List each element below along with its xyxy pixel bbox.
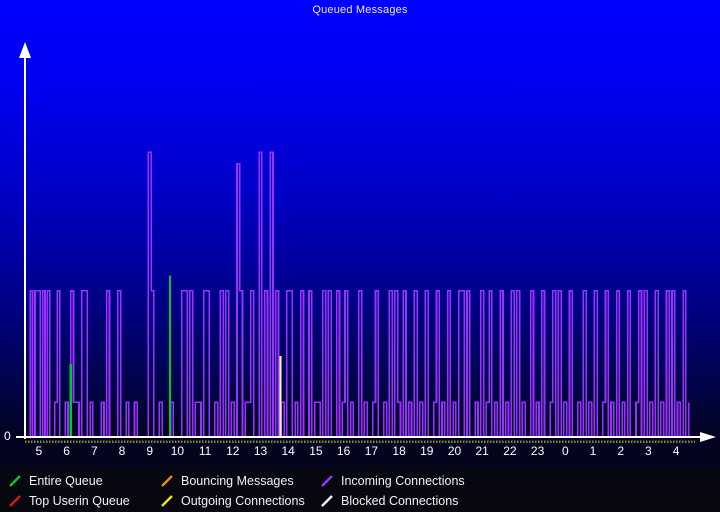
legend: Entire Queue Top Userin Queue Bouncing Mes… <box>0 468 720 512</box>
x-tick-label: 20 <box>447 444 462 458</box>
y-axis-zero-label: 0 <box>4 429 11 443</box>
chart-canvas <box>16 42 716 443</box>
y-axis-arrow-icon <box>19 42 31 58</box>
x-tick-label: 5 <box>35 444 43 458</box>
x-tick-label: 15 <box>309 444 323 458</box>
x-tick-label: 23 <box>530 444 545 458</box>
x-tick-label: 9 <box>146 444 154 458</box>
plot-area <box>0 0 720 468</box>
x-tick-label: 19 <box>420 444 434 458</box>
x-tick-label: 7 <box>90 444 98 458</box>
legend-color-swatch-icon <box>160 474 174 488</box>
legend-item[interactable]: Incoming Connections <box>320 472 465 490</box>
x-tick-label: 6 <box>63 444 70 458</box>
legend-item-label: Blocked Connections <box>341 494 459 508</box>
legend-color-swatch-icon <box>160 494 174 508</box>
x-tick-label: 3 <box>645 444 652 458</box>
x-tick-label: 14 <box>281 444 295 458</box>
x-tick-label: 4 <box>672 444 680 458</box>
legend-item[interactable]: Outgoing Connections <box>160 492 305 510</box>
x-tick-label: 8 <box>118 444 126 458</box>
x-tick-label: 16 <box>336 444 351 458</box>
legend-item-label: Bouncing Messages <box>181 474 294 488</box>
legend-item[interactable]: Blocked Connections <box>320 492 458 510</box>
x-tick-label: 11 <box>198 444 212 458</box>
legend-item[interactable]: Bouncing Messages <box>160 472 294 490</box>
legend-color-swatch-icon <box>8 494 22 508</box>
x-tick-label: 2 <box>617 444 625 458</box>
legend-item-label: Outgoing Connections <box>181 494 305 508</box>
legend-color-swatch-icon <box>320 474 334 488</box>
x-tick-label: 22 <box>503 444 517 458</box>
legend-color-swatch-icon <box>8 474 22 488</box>
legend-item[interactable]: Top Userin Queue <box>8 492 130 510</box>
x-tick-label: 12 <box>226 444 240 458</box>
legend-item[interactable]: Entire Queue <box>8 472 103 490</box>
legend-color-swatch-icon <box>320 494 334 508</box>
x-tick-label: 21 <box>475 444 489 458</box>
chart-window: Queued Messages 0 5 6 7 8 9 10 11 12 13 14 15 16 17 1… <box>0 0 720 512</box>
x-tick-label: 13 <box>253 444 268 458</box>
x-tick-label: 1 <box>589 444 597 458</box>
series-line-incoming-connections <box>27 151 690 438</box>
x-tick-label: 17 <box>364 444 379 458</box>
legend-item-label: Entire Queue <box>29 474 103 488</box>
legend-item-label: Top Userin Queue <box>29 494 130 508</box>
x-axis-arrow-icon <box>700 432 716 442</box>
x-tick-label: 10 <box>170 444 185 458</box>
legend-item-label: Incoming Connections <box>341 474 465 488</box>
x-tick-label: 0 <box>561 444 569 458</box>
x-tick-label: 18 <box>392 444 406 458</box>
